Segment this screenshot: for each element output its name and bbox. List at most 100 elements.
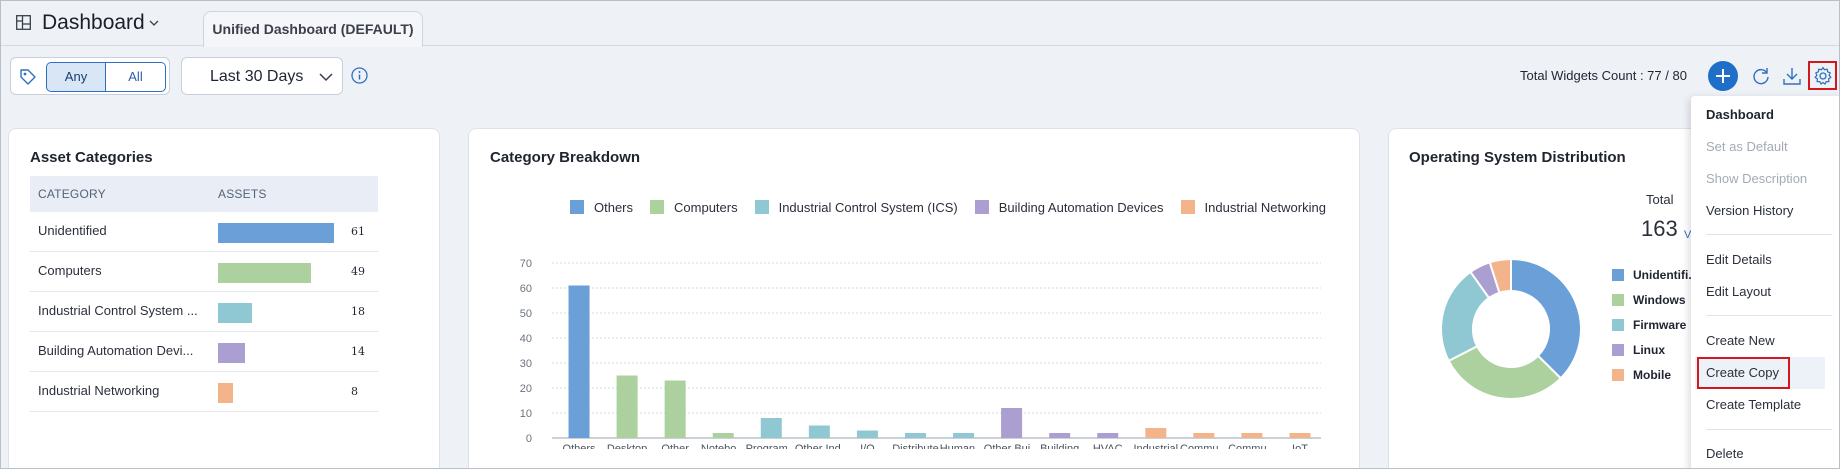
bar: [808, 425, 830, 438]
category-label: Building Automation Devi...: [38, 343, 194, 358]
legend-swatch: [1180, 200, 1195, 214]
x-tick-label: IoT: [1292, 443, 1308, 449]
table-row[interactable]: Industrial Control System ... 18: [30, 292, 378, 332]
x-tick-label: Industrial: [1133, 443, 1178, 449]
x-tick-label: Other Bui...: [984, 443, 1040, 449]
download-icon[interactable]: [1782, 66, 1802, 86]
tag-match-all-button[interactable]: All: [106, 62, 166, 92]
y-tick-label: 50: [520, 308, 532, 320]
os-legend-item[interactable]: Mobile: [1612, 368, 1671, 382]
bar: [616, 375, 638, 438]
asset-count: 49: [351, 265, 365, 278]
x-tick-label: Commu...: [1180, 443, 1228, 449]
y-tick-label: 20: [520, 383, 532, 395]
menu-item-edit-details[interactable]: Edit Details: [1706, 252, 1772, 267]
dashboard-title[interactable]: Dashboard: [42, 11, 145, 35]
os-legend-item[interactable]: Linux: [1612, 343, 1665, 357]
tag-match-any-button[interactable]: Any: [46, 62, 106, 92]
bar: [712, 433, 734, 438]
legend-swatch: [1612, 294, 1624, 306]
legend-item[interactable]: Industrial Control System (ICS): [754, 200, 958, 215]
x-tick-label: HVAC: [1093, 443, 1123, 449]
legend-label: Firmware: [1633, 318, 1687, 332]
legend-swatch: [1612, 369, 1624, 381]
asset-bar: [218, 303, 252, 323]
category-label: Industrial Control System ...: [38, 303, 198, 318]
legend-swatch: [754, 200, 769, 214]
tag-icon[interactable]: [19, 68, 37, 86]
menu-item-create-template[interactable]: Create Template: [1706, 397, 1801, 412]
legend-item[interactable]: Computers: [650, 200, 738, 215]
bar: [1241, 433, 1263, 438]
table-row[interactable]: Industrial Networking 8: [30, 372, 378, 412]
info-icon[interactable]: [351, 67, 368, 84]
refresh-icon[interactable]: [1751, 66, 1771, 86]
menu-divider: [1706, 234, 1832, 235]
total-widgets-count: Total Widgets Count : 77 / 80: [1520, 68, 1687, 83]
x-tick-label: Building: [1040, 443, 1079, 449]
x-tick-label: Others: [563, 443, 597, 449]
bar: [1289, 433, 1311, 438]
x-tick-label: Commu...: [1228, 443, 1276, 449]
legend-label: Linux: [1633, 343, 1665, 357]
x-tick-label: Desktop: [607, 443, 647, 449]
legend-swatch: [1612, 344, 1624, 356]
menu-item-dashboard: Dashboard: [1706, 107, 1774, 122]
legend-swatch: [1612, 319, 1624, 331]
x-tick-label: Notebo...: [701, 443, 746, 449]
category-breakdown-card: Category Breakdown Others Computers Indust…: [468, 128, 1360, 468]
bar: [856, 430, 878, 438]
x-tick-label: Human ...: [940, 443, 988, 449]
legend-item[interactable]: Others: [570, 200, 633, 215]
legend-swatch: [570, 200, 584, 214]
legend-label: Others: [594, 200, 634, 215]
tag-filter-group: Any All: [10, 57, 170, 95]
add-widget-button[interactable]: [1708, 61, 1738, 91]
chevron-down-icon: [319, 73, 333, 82]
os-legend-item[interactable]: Windows: [1612, 293, 1686, 307]
legend-item[interactable]: Industrial Networking: [1180, 200, 1326, 215]
pie-slice: [1510, 257, 1582, 380]
card-title: Operating System Distribution: [1409, 149, 1626, 166]
bar: [760, 418, 782, 438]
bar: [1193, 433, 1215, 438]
menu-item-create-new[interactable]: Create New: [1706, 333, 1775, 348]
column-header-category: CATEGORY: [38, 187, 106, 201]
x-tick-label: I/O: [860, 443, 875, 449]
menu-item-edit-layout[interactable]: Edit Layout: [1706, 284, 1771, 299]
menu-item-delete[interactable]: Delete: [1706, 446, 1744, 461]
app-window: Dashboard Unified Dashboard (DEFAULT) An…: [0, 0, 1840, 469]
menu-item-set-as-default: Set as Default: [1706, 139, 1788, 154]
asset-bar: [218, 223, 334, 243]
tab-unified-dashboard[interactable]: Unified Dashboard (DEFAULT): [203, 11, 423, 47]
bar: [1145, 428, 1167, 438]
os-legend-item[interactable]: Unidentifi...: [1612, 268, 1698, 282]
asset-count: 8: [351, 385, 358, 398]
bar: [664, 380, 686, 438]
category-label: Industrial Networking: [38, 383, 160, 398]
date-range-select[interactable]: Last 30 Days: [181, 57, 343, 95]
legend-swatch: [1612, 269, 1624, 281]
category-label: Computers: [38, 263, 102, 278]
table-row[interactable]: Building Automation Devi... 14: [30, 332, 378, 372]
os-legend-item[interactable]: Firmware: [1612, 318, 1686, 332]
y-tick-label: 60: [520, 283, 532, 295]
asset-bar: [218, 383, 233, 403]
y-tick-label: 70: [520, 258, 532, 270]
menu-item-version-history[interactable]: Version History: [1706, 203, 1793, 218]
legend-item[interactable]: Building Automation Devices: [974, 200, 1164, 215]
legend-swatch: [650, 200, 665, 214]
bar: [1001, 408, 1023, 438]
chevron-down-icon[interactable]: [149, 18, 159, 28]
y-tick-label: 40: [520, 333, 532, 345]
asset-categories-card: Asset Categories CATEGORY ASSETS Unident…: [8, 128, 440, 468]
x-tick-label: Other: [661, 443, 689, 449]
settings-button[interactable]: [1808, 61, 1837, 90]
x-tick-label: Program...: [746, 443, 797, 449]
table-row[interactable]: Computers 49: [30, 252, 378, 292]
plus-icon: [1716, 69, 1730, 83]
dashboard-icon: [16, 15, 31, 30]
menu-item-show-description: Show Description: [1706, 171, 1808, 186]
asset-count: 14: [351, 345, 365, 358]
table-row[interactable]: Unidentified 61: [30, 212, 378, 252]
